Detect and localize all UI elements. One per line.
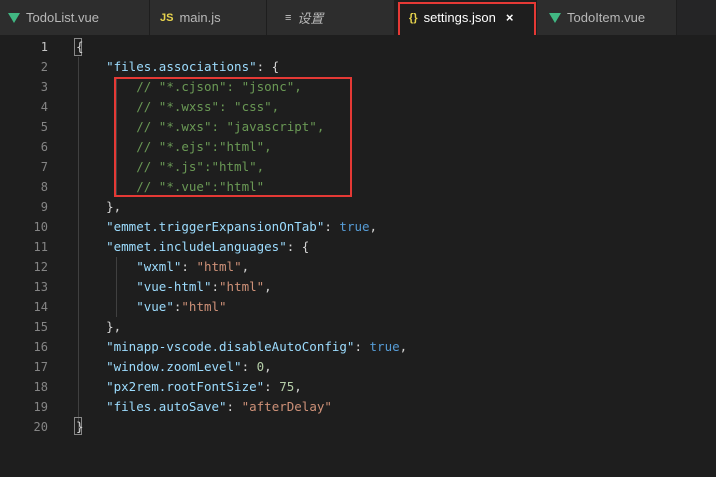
js-icon: JS [160, 11, 174, 24]
code-token: "window.zoomLevel" [106, 359, 242, 374]
code-token: true [369, 339, 400, 354]
tab-label: 设置 [297, 11, 324, 26]
code-line: { [76, 37, 84, 57]
tab-main-js[interactable]: JS main.js [150, 0, 267, 35]
line-number: 3 [40, 80, 48, 94]
code-token: , [264, 359, 272, 374]
code-token: : [226, 399, 242, 414]
code-token: : { [256, 59, 280, 74]
code-line: "minapp-vscode.disableAutoConfig": true, [76, 337, 407, 357]
line-number: 12 [33, 260, 48, 274]
line-number: 13 [33, 280, 48, 294]
settings-list-icon: ≡ [285, 11, 292, 24]
tab-label: TodoItem.vue [567, 10, 646, 25]
code-token: "wxml" [136, 259, 182, 274]
code-token: "vue-html" [136, 279, 212, 294]
code-line: }, [76, 197, 121, 217]
line-number: 11 [33, 240, 48, 254]
line-number: 7 [40, 160, 48, 174]
code-line: }, [76, 317, 121, 337]
code-token: "html" [196, 259, 242, 274]
code-line: "vue":"html" [76, 297, 227, 317]
code-line: "emmet.includeLanguages": { [76, 237, 309, 257]
tab-settings-ui[interactable]: ≡ 设置 [267, 0, 395, 35]
line-number: 4 [40, 100, 48, 114]
code-token: "files.autoSave" [106, 399, 227, 414]
line-number: 1 [40, 40, 48, 54]
line-number: 16 [33, 340, 48, 354]
code-line: "emmet.triggerExpansionOnTab": true, [76, 217, 377, 237]
code-token: "vue" [136, 299, 174, 314]
code-editor[interactable]: 1 2 3 4 5 6 7 8 9 10 11 12 13 14 15 16 17 18 19 20 { "files… [0, 35, 716, 477]
code-token: "emmet.includeLanguages" [106, 239, 287, 254]
code-line: } [76, 417, 84, 437]
code-token: "html" [219, 279, 265, 294]
code-token: true [339, 219, 370, 234]
vue-icon [8, 12, 20, 23]
code-token: "minapp-vscode.disableAutoConfig" [106, 339, 355, 354]
code-token: }, [76, 319, 122, 334]
code-line: "vue-html":"html", [76, 277, 272, 297]
tab-label: TodoList.vue [26, 10, 99, 25]
code-token: , [294, 379, 302, 394]
code-token: : [181, 259, 197, 274]
code-token: { [76, 39, 84, 54]
line-number: 8 [40, 180, 48, 194]
line-number: 5 [40, 120, 48, 134]
code-token: : [354, 339, 370, 354]
code-token: , [241, 259, 250, 274]
code-token: "files.associations" [106, 59, 257, 74]
code-token: "html" [181, 299, 227, 314]
code-line: "files.associations": { [76, 57, 279, 77]
code-line: "px2rem.rootFontSize": 75, [76, 377, 302, 397]
line-number: 17 [33, 360, 48, 374]
code-token: }, [76, 199, 122, 214]
tab-todolist-vue[interactable]: TodoList.vue [0, 0, 150, 35]
code-token: , [264, 279, 272, 294]
comment-highlight-box [114, 77, 352, 197]
code-token: , [399, 339, 408, 354]
code-token: : [264, 379, 280, 394]
code-line: "wxml": "html", [76, 257, 249, 277]
tab-bar: TodoList.vue JS main.js ≡ 设置 {} settings… [0, 0, 716, 35]
line-number: 6 [40, 140, 48, 154]
code-token: "emmet.triggerExpansionOnTab" [106, 219, 325, 234]
code-token: 75 [279, 379, 295, 394]
line-number: 10 [33, 220, 48, 234]
line-number: 20 [33, 420, 48, 434]
code-token: "afterDelay" [241, 399, 332, 414]
line-number: 18 [33, 380, 48, 394]
code-token: : [324, 219, 340, 234]
code-token: : { [286, 239, 310, 254]
code-token: : [241, 359, 257, 374]
tab-label: main.js [179, 10, 221, 25]
code-token: : [211, 279, 220, 294]
vue-icon [549, 12, 561, 23]
line-number: 14 [33, 300, 48, 314]
code-line: "window.zoomLevel": 0, [76, 357, 272, 377]
code-token: , [369, 219, 378, 234]
tab-todoitem-vue[interactable]: TodoItem.vue [537, 0, 677, 35]
line-number: 2 [40, 60, 48, 74]
code-token: } [76, 419, 84, 434]
code-line: "files.autoSave": "afterDelay" [76, 397, 332, 417]
line-number: 15 [33, 320, 48, 334]
line-number: 19 [33, 400, 48, 414]
code-token: "px2rem.rootFontSize" [106, 379, 265, 394]
line-number: 9 [40, 200, 48, 214]
